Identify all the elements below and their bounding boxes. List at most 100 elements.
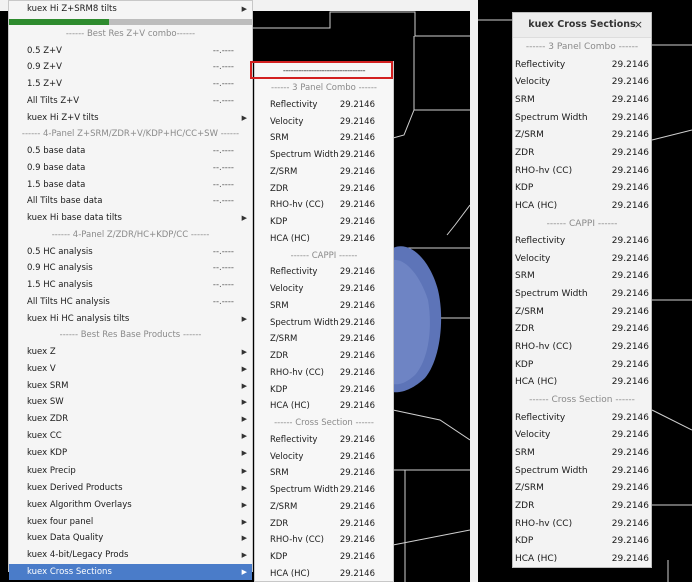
submenu-item-hca-hc[interactable]: HCA (HC) 29.2146 [255, 398, 393, 415]
submenu-item-reflectivity[interactable]: Reflectivity 29.2146 [255, 432, 393, 449]
submenu-item-kdp[interactable]: KDP 29.2146 [255, 549, 393, 566]
menu-item-kuex-z[interactable]: kuex Z ▶ [9, 344, 252, 360]
submenu-item-kdp[interactable]: KDP 29.2146 [255, 214, 393, 231]
menu-item-kuex-cc[interactable]: kuex CC ▶ [9, 428, 252, 444]
menu-item-kuex-precip[interactable]: kuex Precip ▶ [9, 463, 252, 479]
window-item-value: 29.2146 [611, 183, 649, 194]
window-item-rho-hv-cc[interactable]: RHO-hv (CC) 29.2146 [513, 516, 651, 534]
menu-item-all-tilts-z-v[interactable]: All Tilts Z+V --.---- [9, 93, 252, 109]
menu-item-all-tilts-hc-analysis[interactable]: All Tilts HC analysis --.---- [9, 294, 252, 310]
submenu-item-hca-hc[interactable]: HCA (HC) 29.2146 [255, 566, 393, 582]
menu-item-kuex-derived-products[interactable]: kuex Derived Products ▶ [9, 480, 252, 496]
window-item-srm[interactable]: SRM 29.2146 [513, 92, 651, 110]
window-item-zdr[interactable]: ZDR 29.2146 [513, 321, 651, 339]
window-item-spectrum-width[interactable]: Spectrum Width 29.2146 [513, 463, 651, 481]
menu-item-kuex-sw[interactable]: kuex SW ▶ [9, 394, 252, 410]
window-item-label: ------ CAPPI ------ [546, 218, 618, 229]
submenu-item-label: Velocity [270, 284, 304, 294]
window-item-spectrum-width[interactable]: Spectrum Width 29.2146 [513, 110, 651, 128]
submenu-item-label: HCA (HC) [270, 568, 310, 579]
submenu-item-z-srm[interactable]: Z/SRM 29.2146 [255, 499, 393, 516]
menu-item-0-9-z-v[interactable]: 0.9 Z+V --.---- [9, 59, 252, 75]
window-item-kdp[interactable]: KDP 29.2146 [513, 533, 651, 551]
menu-item-kuex-algorithm-overlays[interactable]: kuex Algorithm Overlays ▶ [9, 497, 252, 513]
submenu-item-reflectivity[interactable]: Reflectivity 29.2146 [255, 97, 393, 114]
window-item-spectrum-width[interactable]: Spectrum Width 29.2146 [513, 286, 651, 304]
submenu-item-value: 29.2146 [339, 317, 375, 328]
window-item-srm[interactable]: SRM 29.2146 [513, 268, 651, 286]
submenu-item-z-srm[interactable]: Z/SRM 29.2146 [255, 164, 393, 181]
window-item-velocity[interactable]: Velocity 29.2146 [513, 251, 651, 269]
window-item-velocity[interactable]: Velocity 29.2146 [513, 427, 651, 445]
window-item-z-srm[interactable]: Z/SRM 29.2146 [513, 127, 651, 145]
submenu-item-velocity[interactable]: Velocity 29.2146 [255, 281, 393, 298]
submenu-item-hca-hc[interactable]: HCA (HC) 29.2146 [255, 231, 393, 248]
window-item-rho-hv-cc[interactable]: RHO-hv (CC) 29.2146 [513, 163, 651, 181]
submenu-item-zdr[interactable]: ZDR 29.2146 [255, 348, 393, 365]
submenu-arrow-icon: ▶ [241, 448, 247, 457]
submenu-item-z-srm[interactable]: Z/SRM 29.2146 [255, 331, 393, 348]
window-item-rho-hv-cc[interactable]: RHO-hv (CC) 29.2146 [513, 339, 651, 357]
menu-item-kuex-hi-base-data-tilts[interactable]: kuex Hi base data tilts ▶ [9, 210, 252, 226]
window-item-hca-hc[interactable]: HCA (HC) 29.2146 [513, 374, 651, 392]
window-title[interactable]: kuex Cross Sections [513, 13, 651, 38]
window-item-velocity[interactable]: Velocity 29.2146 [513, 74, 651, 92]
menu-item-kuex-hi-z-v-tilts[interactable]: kuex Hi Z+V tilts ▶ [9, 110, 252, 126]
submenu-item-spectrum-width[interactable]: Spectrum Width 29.2146 [255, 315, 393, 332]
menu-item-kuex-hi-z-srm8-tilts[interactable]: kuex Hi Z+SRM8 tilts ▶ [9, 1, 252, 17]
window-section-header: ------ 3 Panel Combo ------ [513, 39, 651, 57]
submenu-item-velocity[interactable]: Velocity 29.2146 [255, 114, 393, 131]
menu-item-1-5-z-v[interactable]: 1.5 Z+V --.---- [9, 76, 252, 92]
menu-item-0-5-z-v[interactable]: 0.5 Z+V --.---- [9, 43, 252, 59]
submenu-item-spectrum-width[interactable]: Spectrum Width 29.2146 [255, 147, 393, 164]
window-item-kdp[interactable]: KDP 29.2146 [513, 357, 651, 375]
window-item-reflectivity[interactable]: Reflectivity 29.2146 [513, 233, 651, 251]
window-item-reflectivity[interactable]: Reflectivity 29.2146 [513, 57, 651, 75]
menu-item-0-5-base-data[interactable]: 0.5 base data --.---- [9, 143, 252, 159]
submenu-item-velocity[interactable]: Velocity 29.2146 [255, 449, 393, 466]
submenu-item-zdr[interactable]: ZDR 29.2146 [255, 181, 393, 198]
menu-item-1-5-base-data[interactable]: 1.5 base data --.---- [9, 177, 252, 193]
menu-item-value: --.---- [212, 246, 234, 257]
menu-item-all-tilts-base-data[interactable]: All Tilts base data --.---- [9, 193, 252, 209]
submenu-item-srm[interactable]: SRM 29.2146 [255, 130, 393, 147]
window-item-srm[interactable]: SRM 29.2146 [513, 445, 651, 463]
submenu-item-kdp[interactable]: KDP 29.2146 [255, 382, 393, 399]
menu-item-0-9-base-data[interactable]: 0.9 base data --.---- [9, 160, 252, 176]
submenu-item-rho-hv-cc[interactable]: RHO-hv (CC) 29.2146 [255, 365, 393, 382]
submenu-item-label: Reflectivity [270, 267, 318, 278]
window-item-kdp[interactable]: KDP 29.2146 [513, 180, 651, 198]
window-item-z-srm[interactable]: Z/SRM 29.2146 [513, 480, 651, 498]
submenu-item-rho-hv-cc[interactable]: RHO-hv (CC) 29.2146 [255, 532, 393, 549]
window-item-hca-hc[interactable]: HCA (HC) 29.2146 [513, 198, 651, 216]
submenu-item-value: 29.2146 [339, 518, 375, 529]
menu-item-0-9-hc-analysis[interactable]: 0.9 HC analysis --.---- [9, 260, 252, 276]
submenu-item-value: 29.2146 [339, 468, 375, 479]
menu-item-kuex-hi-hc-analysis-tilts[interactable]: kuex Hi HC analysis tilts ▶ [9, 311, 252, 327]
menu-item-label: ------ Best Res Z+V combo------ [65, 28, 196, 39]
menu-item-0-5-hc-analysis[interactable]: 0.5 HC analysis --.---- [9, 244, 252, 260]
menu-item-kuex-v[interactable]: kuex V ▶ [9, 361, 252, 377]
window-item-zdr[interactable]: ZDR 29.2146 [513, 145, 651, 163]
window-item-hca-hc[interactable]: HCA (HC) 29.2146 [513, 551, 651, 569]
submenu-item-rho-hv-cc[interactable]: RHO-hv (CC) 29.2146 [255, 197, 393, 214]
close-icon[interactable]: × [634, 13, 643, 37]
submenu-item-label: HCA (HC) [270, 401, 310, 412]
menu-item-kuex-4-bit-legacy-prods[interactable]: kuex 4-bit/Legacy Prods ▶ [9, 547, 252, 563]
window-item-z-srm[interactable]: Z/SRM 29.2146 [513, 304, 651, 322]
menu-item-kuex-zdr[interactable]: kuex ZDR ▶ [9, 411, 252, 427]
menu-item-kuex-data-quality[interactable]: kuex Data Quality ▶ [9, 530, 252, 546]
submenu-item-spectrum-width[interactable]: Spectrum Width 29.2146 [255, 482, 393, 499]
window-item-zdr[interactable]: ZDR 29.2146 [513, 498, 651, 516]
submenu-item-srm[interactable]: SRM 29.2146 [255, 298, 393, 315]
submenu-item-value: 29.2146 [339, 334, 375, 345]
window-item-reflectivity[interactable]: Reflectivity 29.2146 [513, 410, 651, 428]
submenu-item-srm[interactable]: SRM 29.2146 [255, 465, 393, 482]
menu-item-kuex-cross-sections[interactable]: kuex Cross Sections ▶ [9, 563, 252, 580]
menu-item-1-5-hc-analysis[interactable]: 1.5 HC analysis --.---- [9, 277, 252, 293]
menu-item-kuex-srm[interactable]: kuex SRM ▶ [9, 378, 252, 394]
menu-item-kuex-kdp[interactable]: kuex KDP ▶ [9, 445, 252, 461]
submenu-item-zdr[interactable]: ZDR 29.2146 [255, 516, 393, 533]
submenu-item-reflectivity[interactable]: Reflectivity 29.2146 [255, 264, 393, 281]
menu-item-kuex-four-panel[interactable]: kuex four panel ▶ [9, 514, 252, 530]
